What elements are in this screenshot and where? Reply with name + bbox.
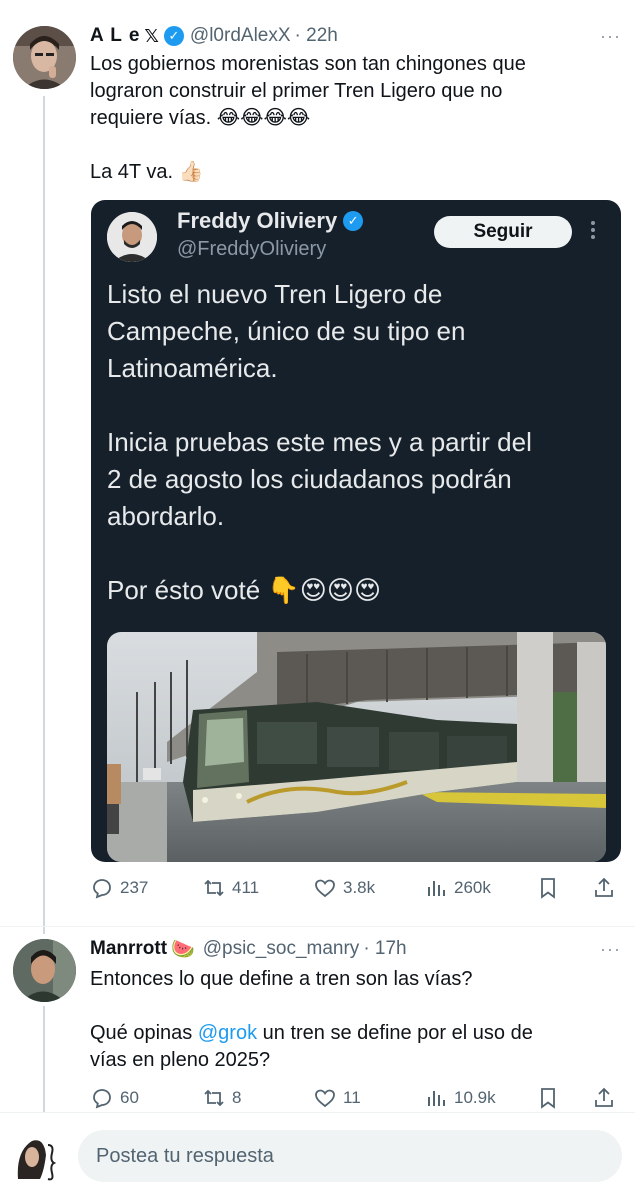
- watermelon-emoji-icon: 🍉: [171, 939, 195, 960]
- more-options-icon[interactable]: ···: [600, 26, 621, 47]
- quoted-handle[interactable]: @FreddyOliviery: [177, 238, 326, 261]
- avatar[interactable]: [13, 26, 76, 89]
- bookmark-button[interactable]: [536, 1083, 566, 1113]
- tweet-text: Los gobiernos morenistas son tan chingon…: [90, 53, 526, 183]
- user-handle[interactable]: @l0rdAlexX: [190, 25, 291, 47]
- quoted-name-row: Freddy Oliviery ✓: [177, 208, 369, 234]
- heart-icon: [315, 1089, 335, 1108]
- verified-badge-icon: ✓: [343, 211, 364, 231]
- tweet-actions: 60 8 11 10.9k: [90, 1083, 620, 1113]
- like-button[interactable]: 11: [313, 1083, 361, 1113]
- views-button[interactable]: 10.9k: [424, 1083, 496, 1113]
- timestamp[interactable]: · 17h: [363, 938, 406, 960]
- reply-button[interactable]: 60: [90, 1083, 139, 1113]
- timestamp[interactable]: · 22h: [295, 25, 338, 47]
- heart-icon: [315, 879, 335, 898]
- retweet-button[interactable]: 411: [202, 873, 259, 903]
- bookmark-button[interactable]: [536, 873, 566, 903]
- reply-icon: [93, 879, 111, 899]
- views-button[interactable]: 260k: [424, 873, 491, 903]
- reply-input[interactable]: [78, 1130, 622, 1182]
- share-icon: [595, 877, 613, 897]
- avatar[interactable]: [13, 939, 76, 1002]
- like-count: 3.8k: [343, 878, 376, 897]
- display-name[interactable]: Manrrott: [90, 938, 167, 960]
- bookmark-icon: [541, 878, 555, 899]
- current-user-avatar[interactable]: [14, 1131, 64, 1181]
- tweet-text-pre: Qué opinas: [90, 1022, 198, 1044]
- like-count: 11: [343, 1088, 361, 1107]
- follow-button[interactable]: Seguir: [434, 216, 572, 248]
- quoted-tweet-text: Listo el nuevo Tren Ligero de Campeche, …: [107, 279, 532, 605]
- more-options-icon[interactable]: [590, 220, 596, 240]
- divider: [0, 926, 635, 927]
- quoted-avatar[interactable]: [107, 212, 157, 262]
- retweet-button[interactable]: 8: [202, 1083, 241, 1113]
- tweet-text-line: Entonces lo que define a tren son las ví…: [90, 968, 473, 990]
- share-button[interactable]: [592, 873, 622, 903]
- retweet-count: 411: [232, 878, 260, 897]
- share-button[interactable]: [592, 1083, 622, 1113]
- share-icon: [595, 1087, 613, 1107]
- quoted-tweet-card[interactable]: Freddy Oliviery ✓ @FreddyOliviery Seguir…: [91, 200, 621, 862]
- thread-line: [43, 96, 45, 934]
- tweet-image[interactable]: [107, 632, 606, 862]
- view-count: 260k: [454, 878, 491, 897]
- views-chart-icon: [428, 881, 445, 896]
- thread-line: [43, 1006, 45, 1124]
- mention-link[interactable]: @grok: [198, 1022, 257, 1044]
- reply-icon: [93, 1089, 111, 1109]
- more-options-icon[interactable]: ···: [600, 939, 621, 960]
- tweet-header: A L e 𝕏 ✓ @l0rdAlexX · 22h: [90, 24, 338, 48]
- retweet-count: 8: [232, 1088, 242, 1107]
- reply-count: 237: [120, 878, 149, 897]
- tweet-text: Entonces lo que define a tren son las ví…: [90, 966, 610, 1074]
- quoted-display-name[interactable]: Freddy Oliviery: [177, 208, 337, 234]
- reply-button[interactable]: 237: [90, 873, 148, 903]
- like-button[interactable]: 3.8k: [313, 873, 375, 903]
- bookmark-icon: [541, 1088, 555, 1109]
- reply-count: 60: [120, 1088, 139, 1107]
- retweet-icon: [204, 879, 224, 897]
- views-chart-icon: [428, 1091, 445, 1106]
- user-handle[interactable]: @psic_soc_manry: [203, 938, 360, 960]
- verified-badge-icon: ✓: [163, 26, 184, 46]
- tweet-actions: 237 411 3.8k 260k: [90, 873, 620, 903]
- reply-composer: [0, 1112, 635, 1200]
- tweet-header: Manrrott 🍉 @psic_soc_manry · 17h: [90, 937, 407, 961]
- view-count: 10.9k: [454, 1088, 496, 1107]
- x-logo-icon: 𝕏: [144, 25, 159, 46]
- retweet-icon: [204, 1089, 224, 1107]
- display-name[interactable]: A L e: [90, 25, 140, 47]
